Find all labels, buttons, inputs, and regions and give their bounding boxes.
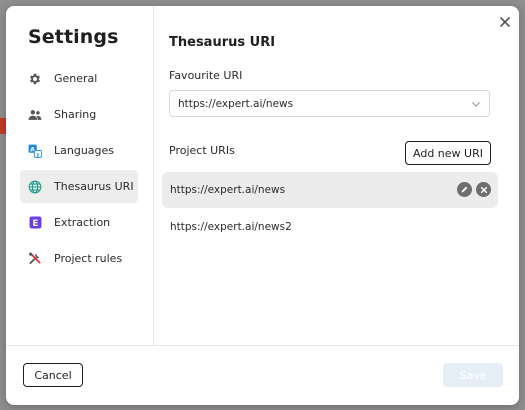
add-new-uri-button[interactable]: Add new URI <box>405 141 491 165</box>
sidebar-item-sharing[interactable]: Sharing <box>20 98 138 131</box>
settings-dialog: Settings General Sharing A z Languages T… <box>6 6 519 405</box>
uri-text: https://expert.ai/news <box>170 184 286 196</box>
uri-list-item[interactable]: https://expert.ai/news <box>162 172 498 208</box>
users-icon <box>28 108 42 122</box>
cancel-button[interactable]: Cancel <box>23 363 83 387</box>
chevron-down-icon <box>472 102 480 107</box>
extraction-icon: E <box>28 216 42 230</box>
edit-uri-button[interactable] <box>457 182 472 197</box>
gear-icon <box>28 72 42 86</box>
sidebar-item-label: Thesaurus URI <box>54 180 134 193</box>
section-title: Thesaurus URI <box>169 35 276 50</box>
settings-nav: General Sharing A z Languages Thesaurus … <box>20 62 138 278</box>
project-uris-label: Project URIs <box>169 144 235 157</box>
favourite-uri-value: https://expert.ai/news <box>178 97 294 110</box>
sidebar-item-project-rules[interactable]: Project rules <box>20 242 138 275</box>
translate-icon: A z <box>28 144 42 158</box>
close-icon <box>480 186 487 193</box>
favourite-uri-select[interactable]: https://expert.ai/news <box>169 90 490 117</box>
sidebar-item-thesaurus-uri[interactable]: Thesaurus URI <box>20 170 138 203</box>
row-actions <box>457 182 491 197</box>
sidebar-item-label: General <box>54 72 98 85</box>
save-button[interactable]: Save <box>443 363 503 387</box>
favourite-uri-label: Favourite URI <box>169 69 243 82</box>
svg-text:z: z <box>36 152 39 158</box>
svg-text:E: E <box>32 219 38 229</box>
sidebar-item-extraction[interactable]: E Extraction <box>20 206 138 239</box>
uri-text: https://expert.ai/news2 <box>170 221 292 233</box>
sidebar-item-label: Extraction <box>54 216 111 229</box>
uri-list-item[interactable]: https://expert.ai/news2 <box>162 209 498 245</box>
sidebar-item-languages[interactable]: A z Languages <box>20 134 138 167</box>
sidebar-item-label: Project rules <box>54 252 123 265</box>
dialog-footer: Cancel Save <box>6 345 519 405</box>
sidebar-item-general[interactable]: General <box>20 62 138 95</box>
pencil-icon <box>461 186 468 193</box>
close-icon[interactable] <box>499 16 511 28</box>
sidebar-item-label: Languages <box>54 144 115 157</box>
tools-icon <box>28 252 42 266</box>
settings-sidebar: Settings General Sharing A z Languages T… <box>6 6 154 345</box>
globe-icon <box>28 180 42 194</box>
dialog-title: Settings <box>28 26 119 48</box>
delete-uri-button[interactable] <box>476 182 491 197</box>
sidebar-item-label: Sharing <box>54 108 97 121</box>
